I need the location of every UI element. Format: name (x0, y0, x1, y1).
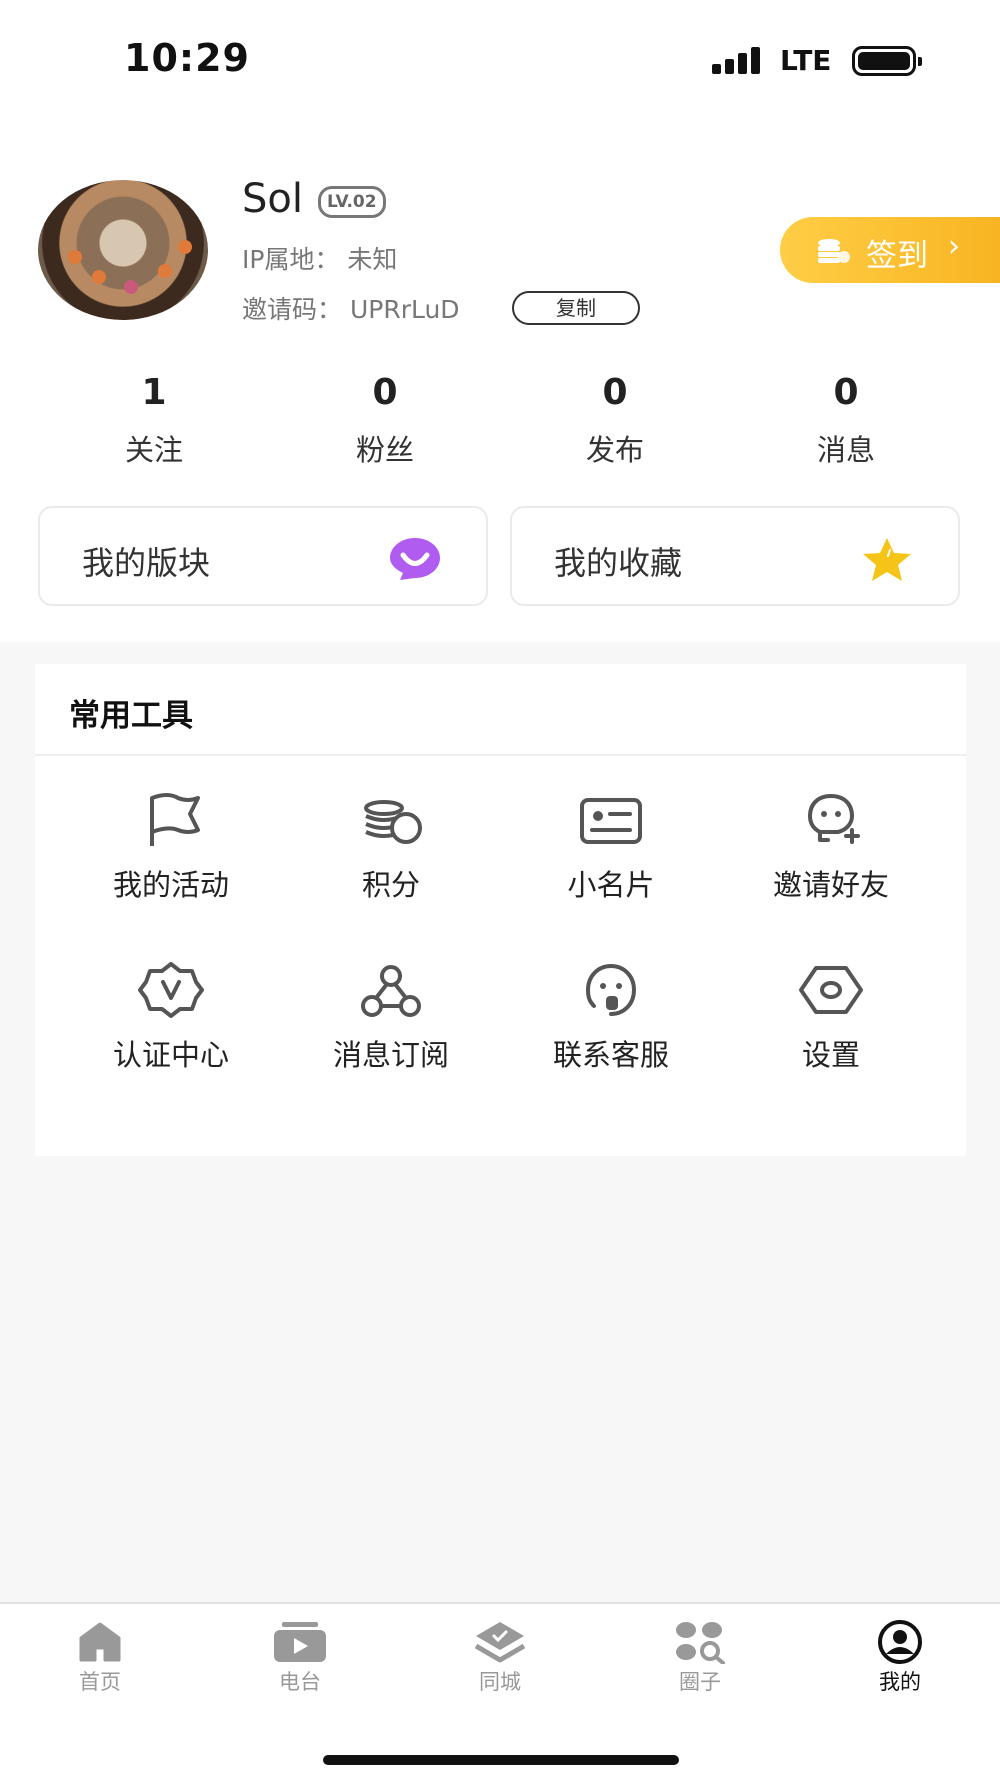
settings-hex-icon (799, 966, 863, 1014)
tool-label: 消息订阅 (332, 1038, 449, 1072)
battery-icon (852, 46, 922, 76)
stat-posts[interactable]: 0 发布 (515, 372, 715, 469)
tab-local[interactable]: 同城 (440, 1620, 560, 1696)
webhook-icon (361, 965, 421, 1017)
radio-play-icon (274, 1622, 326, 1662)
card-title: 我的收藏 (554, 544, 683, 582)
tool-label: 小名片 (567, 868, 655, 902)
signal-icon (712, 46, 762, 74)
stat-value: 0 (372, 372, 398, 413)
level-badge: LV.02 (318, 186, 386, 218)
copy-button[interactable]: 复制 (512, 291, 640, 325)
tab-home[interactable]: 首页 (40, 1620, 160, 1696)
my-favorites-card[interactable]: 我的收藏 (510, 506, 960, 606)
coins-icon (364, 800, 422, 844)
stat-value: 0 (833, 372, 859, 413)
add-user-icon (807, 794, 860, 844)
tab-label: 我的 (879, 1670, 921, 1694)
signin-button[interactable]: 签到 › (780, 217, 1000, 283)
stat-label: 发布 (585, 433, 644, 467)
tool-points[interactable]: 积分 (281, 792, 501, 904)
tab-radio[interactable]: 电台 (240, 1620, 360, 1696)
tool-label: 积分 (361, 868, 420, 902)
home-indicator (323, 1755, 679, 1765)
user-name: Sol (242, 176, 303, 222)
customer-service-icon (586, 963, 637, 1016)
my-sections-card[interactable]: 我的版块 (38, 506, 488, 606)
tool-verification[interactable]: 认证中心 (61, 962, 281, 1074)
tool-my-activities[interactable]: 我的活动 (61, 792, 281, 904)
id-card-icon (580, 798, 642, 844)
tools-panel: 常用工具 我的活动 积分 小名片 邀请好友 认证中心 消息订阅 联系客服 设置 (35, 664, 966, 1156)
tab-bar: 首页 电台 同城 圈子 我的 (0, 1602, 1000, 1780)
stat-value: 1 (141, 372, 167, 413)
tab-label: 电台 (279, 1670, 321, 1694)
tool-label: 认证中心 (112, 1038, 229, 1072)
card-title: 我的版块 (82, 544, 211, 582)
stat-label: 消息 (816, 433, 875, 467)
tool-label: 我的活动 (112, 868, 229, 902)
tool-label: 邀请好友 (772, 868, 889, 902)
tool-customer-service[interactable]: 联系客服 (501, 962, 721, 1074)
stat-value: 0 (602, 372, 628, 413)
tool-settings[interactable]: 设置 (721, 962, 941, 1074)
status-time: 10:29 (124, 36, 250, 80)
stat-label: 关注 (124, 433, 183, 467)
tab-label: 首页 (79, 1670, 121, 1694)
stat-messages[interactable]: 0 消息 (746, 372, 946, 469)
stat-fans[interactable]: 0 粉丝 (285, 372, 485, 469)
tool-invite-friends[interactable]: 邀请好友 (721, 792, 941, 904)
network-label: LTE (780, 44, 832, 77)
signin-label: 签到 (866, 238, 928, 274)
divider (35, 754, 966, 756)
smile-chat-icon (390, 538, 440, 580)
tool-label: 设置 (801, 1038, 860, 1072)
tab-mine[interactable]: 我的 (840, 1620, 960, 1696)
stat-following[interactable]: 1 关注 (54, 372, 254, 469)
tool-business-card[interactable]: 小名片 (501, 792, 721, 904)
circle-group-icon (676, 1622, 725, 1664)
tab-circles[interactable]: 圈子 (640, 1620, 760, 1696)
coins-icon (818, 239, 850, 263)
stat-label: 粉丝 (355, 433, 414, 467)
profile-icon (878, 1620, 922, 1664)
flag-icon (150, 793, 200, 846)
city-icon (474, 1622, 526, 1663)
home-icon (79, 1622, 121, 1662)
invite-code: 邀请码： UPRrLuD (242, 295, 460, 324)
avatar[interactable] (38, 180, 208, 320)
tool-message-subscribe[interactable]: 消息订阅 (281, 962, 501, 1074)
ip-location: IP属地： 未知 (242, 245, 398, 274)
tab-label: 同城 (479, 1670, 521, 1694)
tools-title: 常用工具 (69, 698, 193, 734)
tab-label: 圈子 (679, 1670, 721, 1694)
star-icon (863, 538, 911, 581)
verify-badge-icon (138, 962, 204, 1018)
tool-label: 联系客服 (552, 1038, 669, 1072)
chevron-right-icon: › (948, 229, 960, 264)
